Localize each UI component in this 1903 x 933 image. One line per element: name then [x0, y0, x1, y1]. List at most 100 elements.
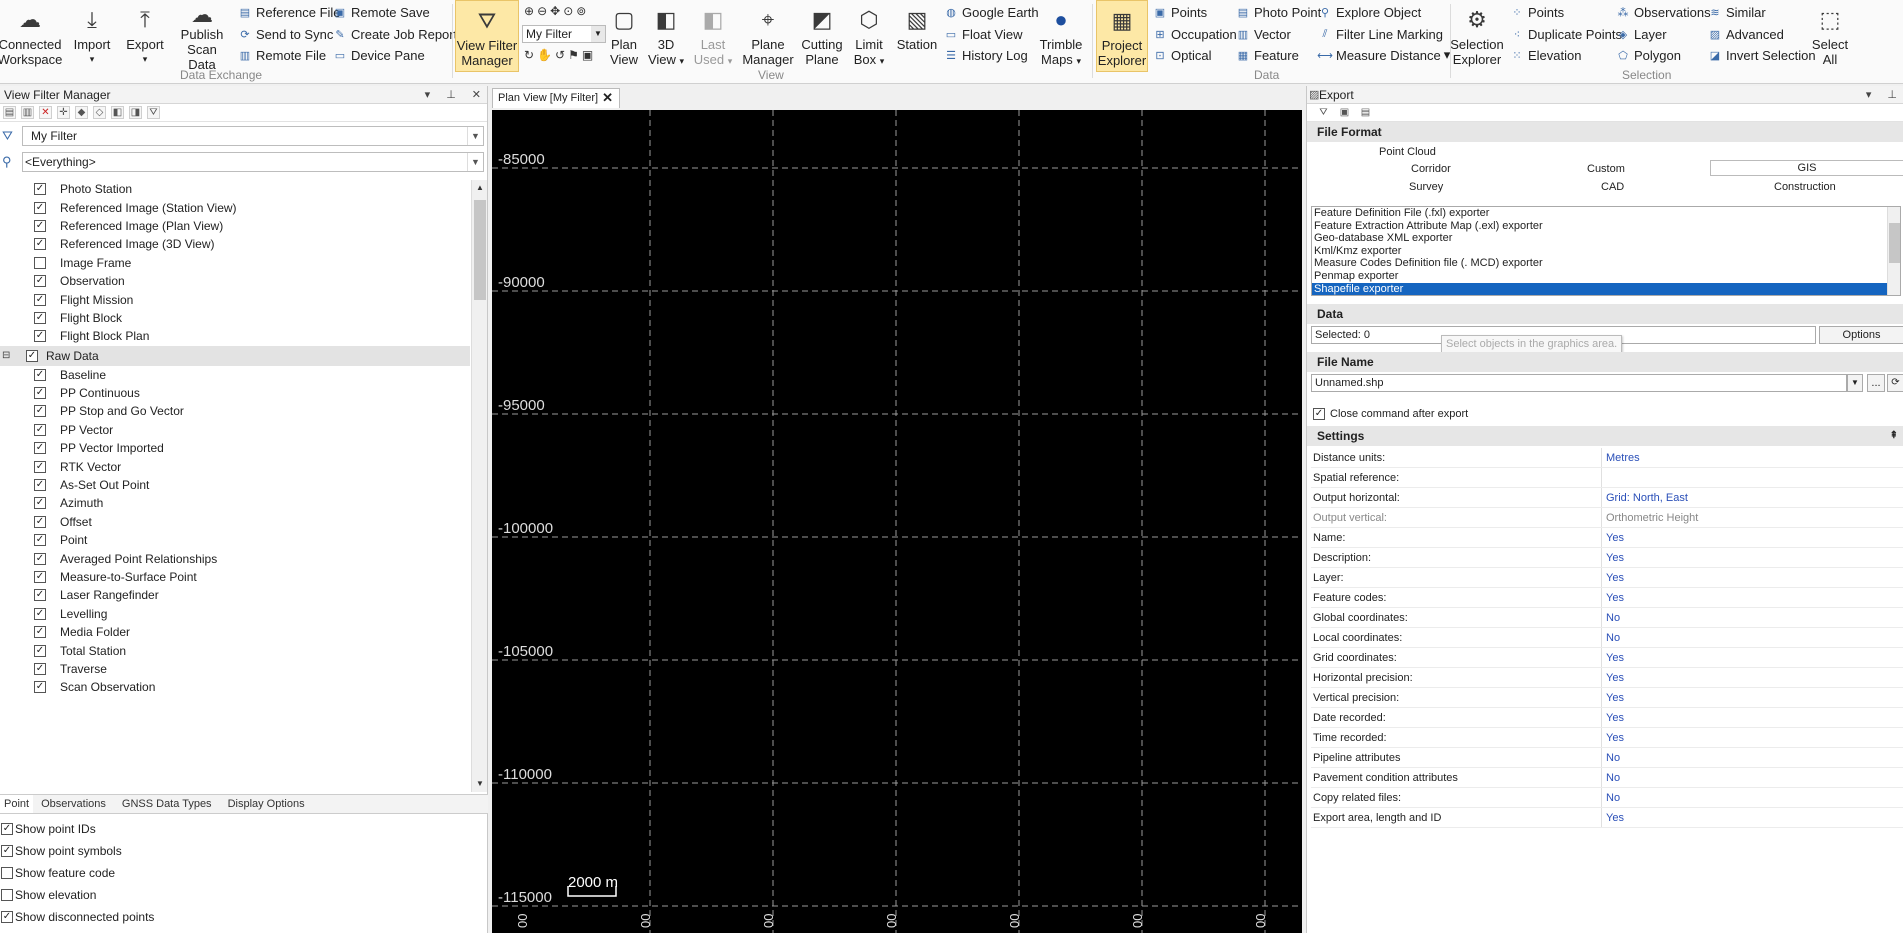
- cube-icon[interactable]: ◧: [111, 106, 124, 119]
- setting-row[interactable]: Pipeline attributes No: [1311, 748, 1903, 768]
- screen-icon[interactable]: ▣: [582, 48, 593, 62]
- trimble-maps-button[interactable]: ● Trimble Maps ▾: [1036, 0, 1086, 72]
- flag-icon[interactable]: ⚑: [568, 48, 579, 62]
- category-point-cloud[interactable]: Point Cloud: [1379, 146, 1436, 158]
- zoom-out-icon[interactable]: ⊖: [537, 4, 547, 18]
- setting-value[interactable]: Grid: North, East: [1601, 488, 1903, 507]
- scroll-thumb[interactable]: [1889, 223, 1900, 263]
- setting-value[interactable]: Yes: [1601, 728, 1903, 747]
- tree-item[interactable]: ✓ Photo Station: [0, 180, 470, 198]
- zoom-in-icon[interactable]: ⊕: [524, 4, 534, 18]
- checkbox-checked[interactable]: ✓: [1, 845, 13, 857]
- tab-observations[interactable]: Observations: [33, 795, 114, 813]
- exporter-item[interactable]: Geo-database XML exporter: [1312, 232, 1900, 245]
- checkbox-checked[interactable]: ✓: [34, 607, 46, 620]
- delete-icon[interactable]: ✕: [39, 106, 52, 119]
- measure-distance-button[interactable]: ⟷ Measure Distance ▾: [1317, 45, 1450, 65]
- exporter-item[interactable]: Penmap exporter: [1312, 270, 1900, 283]
- explore-object-button[interactable]: ⚲ Explore Object: [1318, 2, 1421, 22]
- layers-icon[interactable]: ◆: [75, 106, 88, 119]
- filter-edit-icon[interactable]: ▥: [21, 106, 34, 119]
- setting-row[interactable]: Copy related files: No: [1311, 788, 1903, 808]
- elevation-button[interactable]: ⁙ Elevation: [1510, 45, 1581, 65]
- tree-item[interactable]: ✓ Flight Block Plan: [0, 327, 470, 345]
- history-log-button[interactable]: ☰ History Log: [944, 45, 1028, 65]
- tree-item[interactable]: ✓ Flight Block: [0, 309, 470, 327]
- select-advanced-button[interactable]: ▨ Advanced: [1708, 24, 1784, 44]
- checkbox-checked[interactable]: ✓: [26, 349, 38, 362]
- scroll-down-icon[interactable]: ▼: [472, 776, 488, 792]
- option-checkbox[interactable]: Show elevation: [0, 884, 488, 906]
- checkbox-checked[interactable]: ✓: [34, 644, 46, 657]
- close-icon[interactable]: ✕: [602, 89, 613, 107]
- setting-value[interactable]: Yes: [1601, 648, 1903, 667]
- exporter-scrollbar[interactable]: [1887, 207, 1900, 295]
- exporter-item[interactable]: Feature Definition File (.fxl) exporter: [1312, 207, 1900, 220]
- checkbox-checked[interactable]: ✓: [34, 662, 46, 675]
- setting-row[interactable]: Grid coordinates: Yes: [1311, 648, 1903, 668]
- setting-value[interactable]: [1601, 468, 1903, 487]
- setting-value[interactable]: Yes: [1601, 528, 1903, 547]
- tab-plan-view[interactable]: Plan View [My Filter] ✕: [492, 88, 620, 108]
- tree-item[interactable]: ✓ Observation: [0, 272, 470, 290]
- last-used-button[interactable]: ◧ Last Used ▾: [692, 0, 734, 72]
- box-icon[interactable]: ◇: [93, 106, 106, 119]
- tree-group[interactable]: ⊟ ✓ Raw Data: [0, 345, 470, 366]
- setting-row[interactable]: Name: Yes: [1311, 528, 1903, 548]
- browse-button[interactable]: ...: [1867, 374, 1885, 392]
- checkbox-checked[interactable]: ✓: [34, 515, 46, 528]
- tree-item[interactable]: ✓ Laser Rangefinder: [0, 586, 470, 604]
- option-checkbox[interactable]: ✓ Show disconnected points: [0, 906, 488, 928]
- tree-scrollbar[interactable]: ▲ ▼: [471, 180, 487, 792]
- publish-scan-data-button[interactable]: ☁ Publish Scan Data: [172, 0, 232, 72]
- setting-value[interactable]: Yes: [1601, 668, 1903, 687]
- invert-selection-button[interactable]: ◪ Invert Selection: [1708, 45, 1816, 65]
- checkbox-checked[interactable]: ✓: [34, 571, 46, 583]
- tree-item[interactable]: ✓ Offset: [0, 513, 470, 531]
- checkbox-checked[interactable]: ✓: [34, 460, 46, 473]
- category-construction[interactable]: Construction: [1774, 181, 1836, 193]
- tree-item[interactable]: ✓ Averaged Point Relationships: [0, 549, 470, 567]
- option-checkbox[interactable]: Show feature symbol only: [0, 928, 488, 933]
- tree-item[interactable]: ✓ PP Stop and Go Vector: [0, 402, 470, 420]
- setting-row[interactable]: Output horizontal: Grid: North, East: [1311, 488, 1903, 508]
- tree-item[interactable]: ✓ Total Station: [0, 641, 470, 659]
- checkbox-checked[interactable]: ✓: [34, 293, 46, 306]
- file-name-input[interactable]: Unnamed.shp: [1311, 374, 1847, 392]
- checkbox-checked[interactable]: ✓: [34, 681, 46, 694]
- scope-select[interactable]: <Everything> ▼: [22, 152, 484, 172]
- feature-button[interactable]: ▦ Feature: [1236, 45, 1299, 65]
- exporter-item[interactable]: Kml/Kmz exporter: [1312, 245, 1900, 258]
- setting-row[interactable]: Layer: Yes: [1311, 568, 1903, 588]
- plan-view-button[interactable]: ▢ Plan View: [608, 0, 640, 72]
- pin-icon[interactable]: ⊥: [446, 86, 456, 104]
- setting-value[interactable]: No: [1601, 628, 1903, 647]
- checkbox-checked[interactable]: ✓: [34, 238, 46, 251]
- connected-workspace-button[interactable]: ☁ Connected Workspace: [0, 0, 62, 72]
- setting-value[interactable]: Yes: [1601, 548, 1903, 567]
- limit-box-button[interactable]: ⬡ Limit Box ▾: [850, 0, 888, 72]
- tree-item[interactable]: ✓ PP Continuous: [0, 384, 470, 402]
- setting-row[interactable]: Description: Yes: [1311, 548, 1903, 568]
- category-corridor[interactable]: Corridor: [1411, 163, 1451, 175]
- pan-icon[interactable]: ✥: [550, 4, 560, 18]
- setting-value[interactable]: Metres: [1601, 448, 1903, 467]
- import-button[interactable]: ⤓ Import ▾: [68, 0, 116, 72]
- setting-value[interactable]: Yes: [1601, 808, 1903, 827]
- checkbox-checked[interactable]: ✓: [34, 183, 46, 196]
- save-icon[interactable]: ▣: [1338, 106, 1351, 119]
- selection-explorer-button[interactable]: ⚙ Selection Explorer: [1450, 0, 1503, 72]
- setting-row[interactable]: Pavement condition attributes No: [1311, 768, 1903, 788]
- create-job-report-button[interactable]: ✎ Create Job Report: [333, 24, 457, 44]
- tree-item[interactable]: ✓ Referenced Image (Station View): [0, 198, 470, 216]
- options-button[interactable]: Options: [1819, 326, 1903, 344]
- crosshair-icon[interactable]: ✛: [57, 106, 70, 119]
- project-explorer-button[interactable]: ▦ Project Explorer: [1096, 0, 1148, 72]
- tree-item[interactable]: ✓ Referenced Image (Plan View): [0, 217, 470, 235]
- checkbox-checked[interactable]: ✓: [34, 201, 46, 214]
- select-layer-button[interactable]: ◈ Layer: [1616, 24, 1667, 44]
- checkbox-checked[interactable]: ✓: [34, 479, 46, 492]
- data-points-button[interactable]: ▣ Points: [1153, 2, 1207, 22]
- chevron-down-icon[interactable]: ▾: [425, 86, 431, 104]
- refresh-icon[interactable]: ⟳: [1887, 374, 1903, 392]
